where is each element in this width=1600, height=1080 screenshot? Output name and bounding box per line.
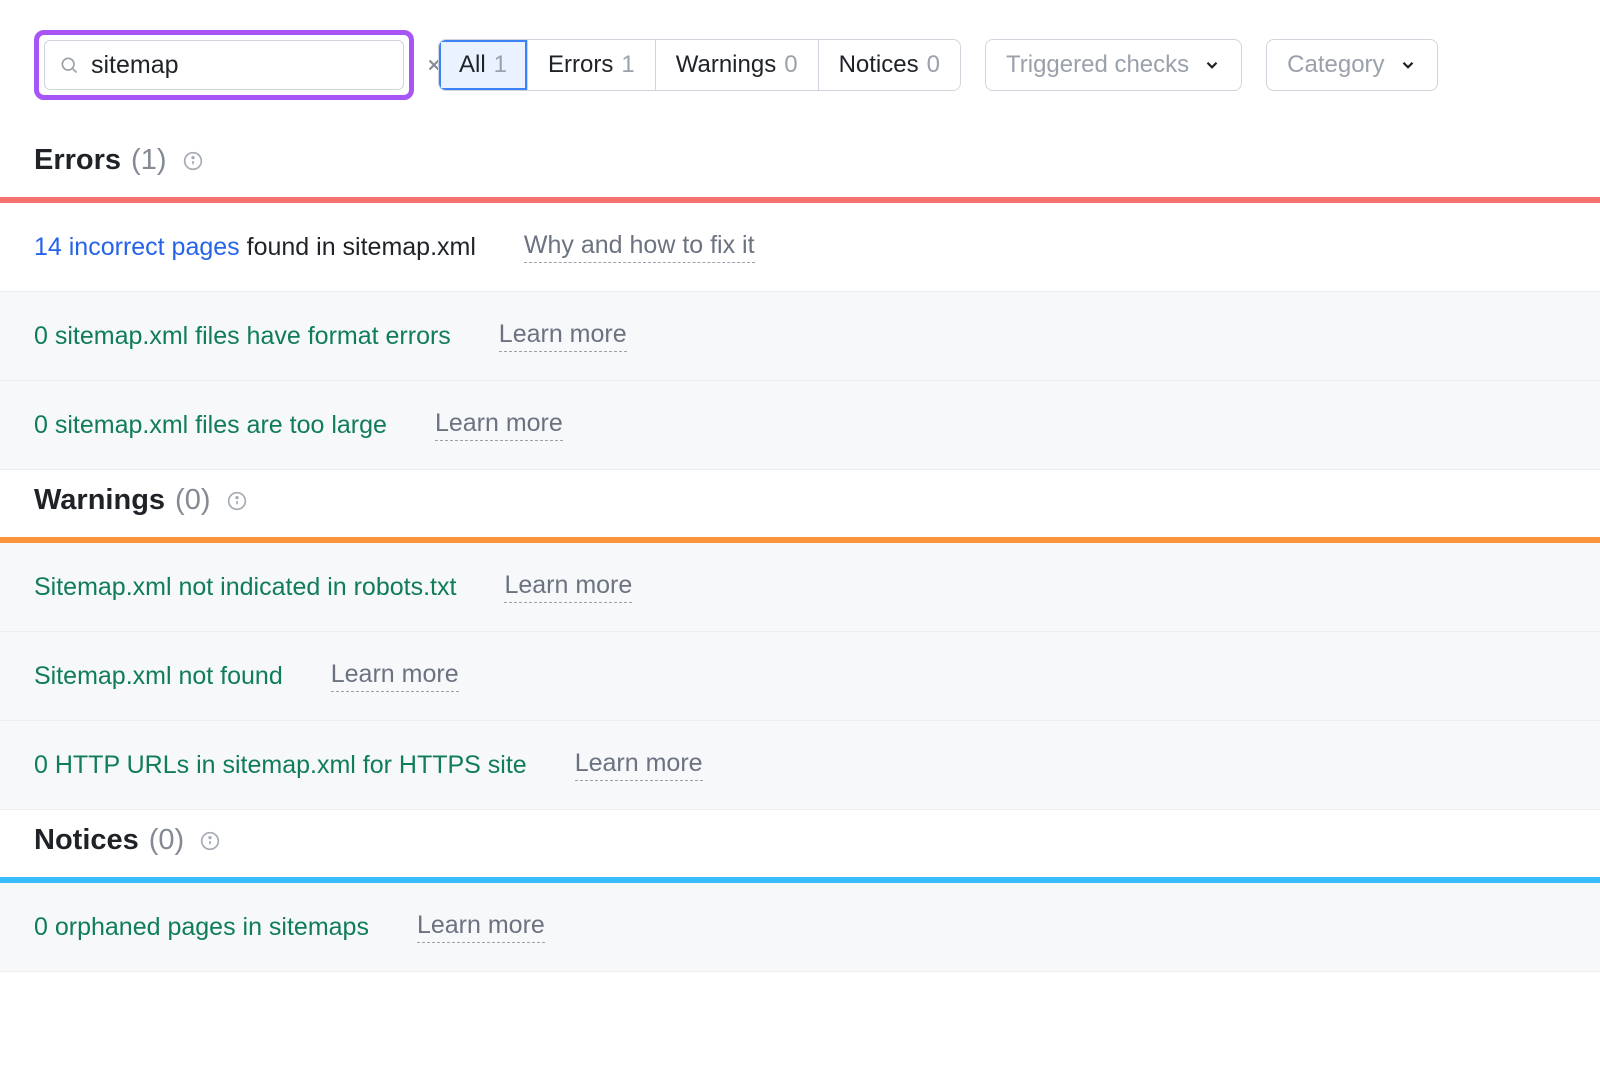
issue-row[interactable]: 0 HTTP URLs in sitemap.xml for HTTPS sit… xyxy=(0,721,1600,810)
tab-count: 0 xyxy=(784,51,797,79)
issue-row[interactable]: Sitemap.xml not indicated in robots.txt … xyxy=(0,543,1600,632)
info-icon[interactable] xyxy=(183,151,203,171)
search-input[interactable] xyxy=(91,51,413,80)
learn-more-link[interactable]: Learn more xyxy=(331,660,459,692)
learn-more-link[interactable]: Learn more xyxy=(435,409,563,441)
learn-more-link[interactable]: Learn more xyxy=(575,749,703,781)
section-title: Notices xyxy=(34,824,139,857)
section-header-errors: Errors (1) xyxy=(0,130,1600,197)
section-title: Warnings xyxy=(34,484,165,517)
category-dropdown[interactable]: Category xyxy=(1266,39,1437,91)
chevron-down-icon xyxy=(1203,56,1221,74)
why-and-how-link[interactable]: Why and how to fix it xyxy=(524,231,755,263)
tab-count: 1 xyxy=(494,51,507,79)
issue-row[interactable]: 0 orphaned pages in sitemaps Learn more xyxy=(0,883,1600,972)
toolbar: All 1 Errors 1 Warnings 0 Notices 0 Trig… xyxy=(0,30,1600,130)
issue-row[interactable]: 0 sitemap.xml files have format errors L… xyxy=(0,292,1600,381)
tab-count: 1 xyxy=(621,51,634,79)
tab-all[interactable]: All 1 xyxy=(439,40,528,90)
chevron-down-icon xyxy=(1399,56,1417,74)
issue-text: 14 incorrect pages found in sitemap.xml xyxy=(34,233,476,262)
tab-notices[interactable]: Notices 0 xyxy=(819,40,960,90)
issue-text: 0 HTTP URLs in sitemap.xml for HTTPS sit… xyxy=(34,751,527,780)
issue-row[interactable]: Sitemap.xml not found Learn more xyxy=(0,632,1600,721)
tab-label: All xyxy=(459,51,486,79)
issue-row[interactable]: 0 sitemap.xml files are too large Learn … xyxy=(0,381,1600,470)
issue-text: Sitemap.xml not found xyxy=(34,662,283,691)
section-header-notices: Notices (0) xyxy=(0,810,1600,877)
tab-label: Notices xyxy=(839,51,919,79)
info-icon[interactable] xyxy=(200,831,220,851)
info-icon[interactable] xyxy=(227,491,247,511)
section-count: (0) xyxy=(175,484,210,517)
issue-text: Sitemap.xml not indicated in robots.txt xyxy=(34,573,456,602)
tab-errors[interactable]: Errors 1 xyxy=(528,40,656,90)
search-input-container[interactable] xyxy=(44,40,404,90)
tab-warnings[interactable]: Warnings 0 xyxy=(656,40,819,90)
section-header-warnings: Warnings (0) xyxy=(0,470,1600,537)
tab-count: 0 xyxy=(927,51,940,79)
dropdown-label: Category xyxy=(1287,51,1384,79)
section-count: (0) xyxy=(149,824,184,857)
search-highlight-box xyxy=(34,30,414,100)
section-title: Errors xyxy=(34,144,121,177)
section-count: (1) xyxy=(131,144,166,177)
issue-text: 0 sitemap.xml files have format errors xyxy=(34,322,451,351)
tab-label: Errors xyxy=(548,51,613,79)
issue-row[interactable]: 14 incorrect pages found in sitemap.xml … xyxy=(0,203,1600,292)
issue-text: 0 sitemap.xml files are too large xyxy=(34,411,387,440)
filter-tab-group: All 1 Errors 1 Warnings 0 Notices 0 xyxy=(438,39,961,91)
tab-label: Warnings xyxy=(676,51,776,79)
search-icon xyxy=(59,55,79,75)
issue-text: 0 orphaned pages in sitemaps xyxy=(34,913,369,942)
triggered-checks-dropdown[interactable]: Triggered checks xyxy=(985,39,1242,91)
learn-more-link[interactable]: Learn more xyxy=(499,320,627,352)
dropdown-label: Triggered checks xyxy=(1006,51,1189,79)
learn-more-link[interactable]: Learn more xyxy=(417,911,545,943)
learn-more-link[interactable]: Learn more xyxy=(504,571,632,603)
